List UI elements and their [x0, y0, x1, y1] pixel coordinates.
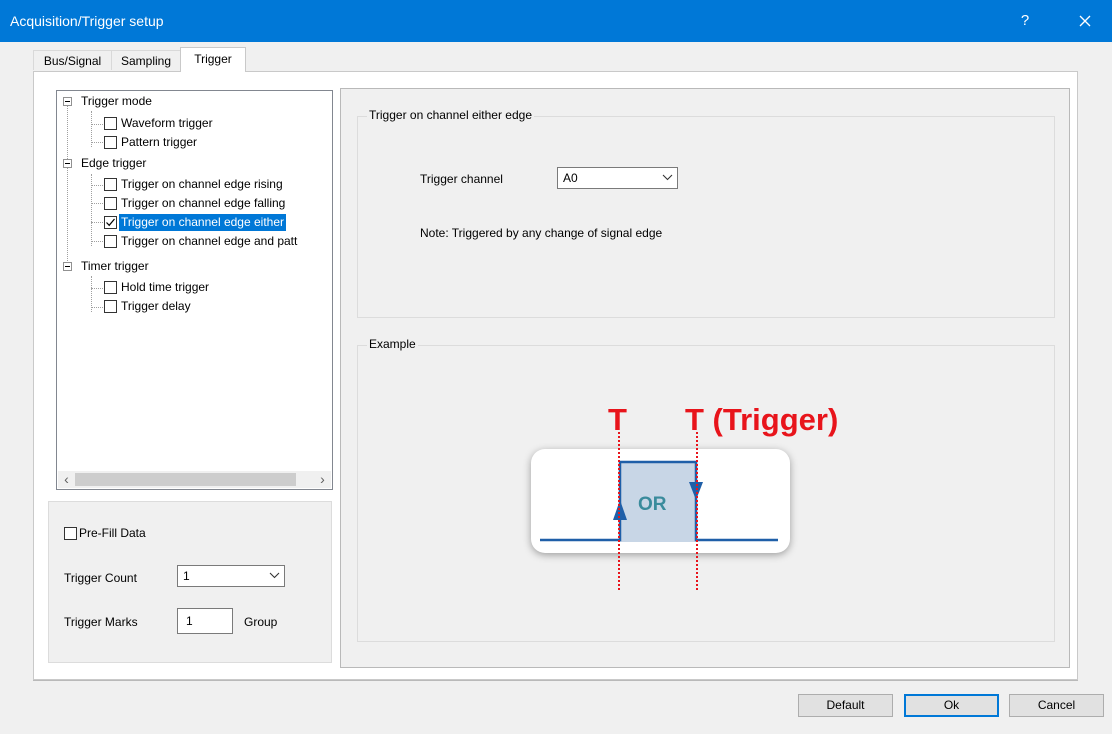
tree-group-trigger-mode[interactable]: Trigger mode: [79, 93, 154, 110]
chevron-down-icon: [662, 174, 673, 181]
trigger-marks-input[interactable]: 1: [177, 608, 233, 634]
trigger-count-label: Trigger Count: [64, 571, 137, 585]
tree-item-trigger-delay[interactable]: Trigger delay: [119, 298, 193, 315]
close-button[interactable]: [1066, 5, 1104, 37]
window-title: Acquisition/Trigger setup: [10, 13, 164, 29]
settings-legend: Trigger on channel either edge: [367, 108, 534, 122]
checkbox-edge-falling[interactable]: [104, 197, 117, 210]
tab-bus-signal[interactable]: Bus/Signal: [33, 50, 112, 70]
checkbox-hold-time[interactable]: [104, 281, 117, 294]
tree-item-waveform-trigger[interactable]: Waveform trigger: [119, 115, 215, 132]
checkbox-edge-and-pattern[interactable]: [104, 235, 117, 248]
tab-sampling[interactable]: Sampling: [111, 50, 181, 70]
trigger-label-t-trigger: T (Trigger): [685, 402, 839, 437]
prefill-checkbox[interactable]: [64, 527, 77, 540]
example-legend: Example: [367, 337, 418, 351]
trigger-tree[interactable]: Trigger mode Waveform trigger Pattern tr…: [56, 90, 333, 490]
checkbox-pattern-trigger[interactable]: [104, 136, 117, 149]
checkbox-edge-either[interactable]: [104, 216, 117, 229]
title-bar: Acquisition/Trigger setup ?: [0, 0, 1112, 42]
chevron-down-icon: [269, 572, 280, 579]
close-icon: [1079, 15, 1091, 27]
collapse-icon[interactable]: [63, 262, 72, 271]
tree-item-edge-either[interactable]: Trigger on channel edge either: [119, 214, 286, 231]
or-label: OR: [638, 494, 667, 515]
group-label: Group: [244, 615, 278, 629]
trigger-count-select[interactable]: 1: [177, 565, 285, 587]
trigger-channel-label: Trigger channel: [420, 172, 503, 186]
checkmark-icon: [106, 218, 115, 227]
scrollbar-thumb[interactable]: [75, 473, 296, 486]
ok-button[interactable]: Ok: [904, 694, 999, 717]
help-button[interactable]: ?: [1012, 9, 1038, 33]
default-button[interactable]: Default: [798, 694, 893, 717]
trigger-note: Note: Triggered by any change of signal …: [420, 226, 663, 240]
horizontal-scrollbar[interactable]: ‹ ›: [58, 471, 331, 488]
trigger-channel-value: A0: [563, 171, 578, 185]
checkbox-trigger-delay[interactable]: [104, 300, 117, 313]
trigger-marks-label: Trigger Marks: [64, 615, 138, 629]
tab-trigger[interactable]: Trigger: [180, 47, 246, 72]
tree-group-timer-trigger[interactable]: Timer trigger: [79, 258, 151, 275]
tree-item-pattern-trigger[interactable]: Pattern trigger: [119, 134, 199, 151]
prefill-label[interactable]: Pre-Fill Data: [79, 526, 146, 540]
cancel-button[interactable]: Cancel: [1009, 694, 1104, 717]
tree-group-edge-trigger[interactable]: Edge trigger: [79, 155, 148, 172]
checkbox-waveform-trigger[interactable]: [104, 117, 117, 130]
collapse-icon[interactable]: [63, 159, 72, 168]
trigger-label-t: T: [608, 402, 627, 437]
collapse-icon[interactable]: [63, 97, 72, 106]
settings-groupbox: [357, 116, 1055, 318]
tree-item-edge-falling[interactable]: Trigger on channel edge falling: [119, 195, 287, 212]
separator: [33, 680, 1078, 681]
trigger-channel-select[interactable]: A0: [557, 167, 678, 189]
trigger-count-value: 1: [183, 569, 190, 583]
checkbox-edge-rising[interactable]: [104, 178, 117, 191]
tree-item-hold-time[interactable]: Hold time trigger: [119, 279, 211, 296]
tree-item-edge-and-pattern[interactable]: Trigger on channel edge and patt: [119, 233, 299, 250]
scroll-left-icon[interactable]: ‹: [58, 471, 75, 488]
tree-item-edge-rising[interactable]: Trigger on channel edge rising: [119, 176, 285, 193]
scroll-right-icon[interactable]: ›: [314, 471, 331, 488]
